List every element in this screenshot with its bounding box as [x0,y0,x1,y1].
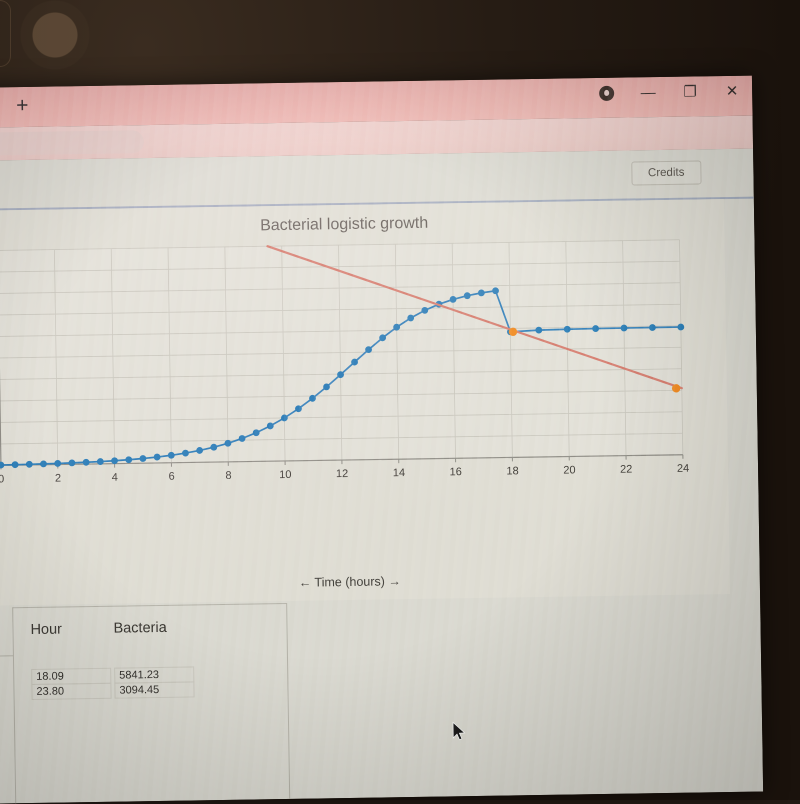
cell-hour: 18.09 [36,670,64,682]
svg-text:22: 22 [620,464,632,476]
chart-container: Bacterial logistic growth 01000200030004… [0,199,730,606]
svg-text:2: 2 [55,472,61,484]
svg-text:12: 12 [336,468,348,480]
address-bar[interactable] [0,130,144,156]
svg-text:20: 20 [563,464,575,476]
cell-bacteria: 5841.23 [119,669,159,682]
minimize-button[interactable]: — [638,82,658,102]
svg-text:4: 4 [112,472,118,484]
svg-text:18: 18 [506,465,518,477]
svg-text:8: 8 [225,470,231,482]
cell-bacteria: 3094.45 [119,684,159,697]
cell-hour: 23.80 [36,685,64,697]
credits-button[interactable]: Credits [631,160,702,185]
svg-text:14: 14 [393,467,405,479]
profile-avatar-icon[interactable] [596,83,616,103]
svg-text:24: 24 [677,463,689,475]
svg-text:16: 16 [450,466,462,478]
laptop-screen: + — ❐ ✕ opulations/student_preview/ ☆ [0,76,763,804]
data-table-panel: Hour Bacteria 18.09 5841.23 23.80 3094.4… [12,603,291,804]
table-row: 3094.45 [114,681,194,698]
restore-button[interactable]: ❐ [680,81,700,101]
table-header-hour: Hour [30,621,62,637]
svg-text:6: 6 [168,471,174,483]
svg-text:10: 10 [279,469,291,481]
web-page-content: Credits Bacterial logistic growth 010002… [0,149,763,804]
svg-text:0: 0 [0,473,4,485]
bacterial-growth-plot[interactable]: 0100020003000400050006000700080009000100… [0,199,730,606]
table-row: 23.80 [31,683,111,700]
new-tab-button[interactable]: + [10,95,34,119]
credits-row: Credits [631,162,702,181]
window-controls: — ❐ ✕ [596,81,742,103]
mouse-cursor [452,721,470,743]
table-header-bacteria: Bacteria [113,620,166,637]
panel-notch [0,655,14,657]
close-button[interactable]: ✕ [722,81,742,101]
